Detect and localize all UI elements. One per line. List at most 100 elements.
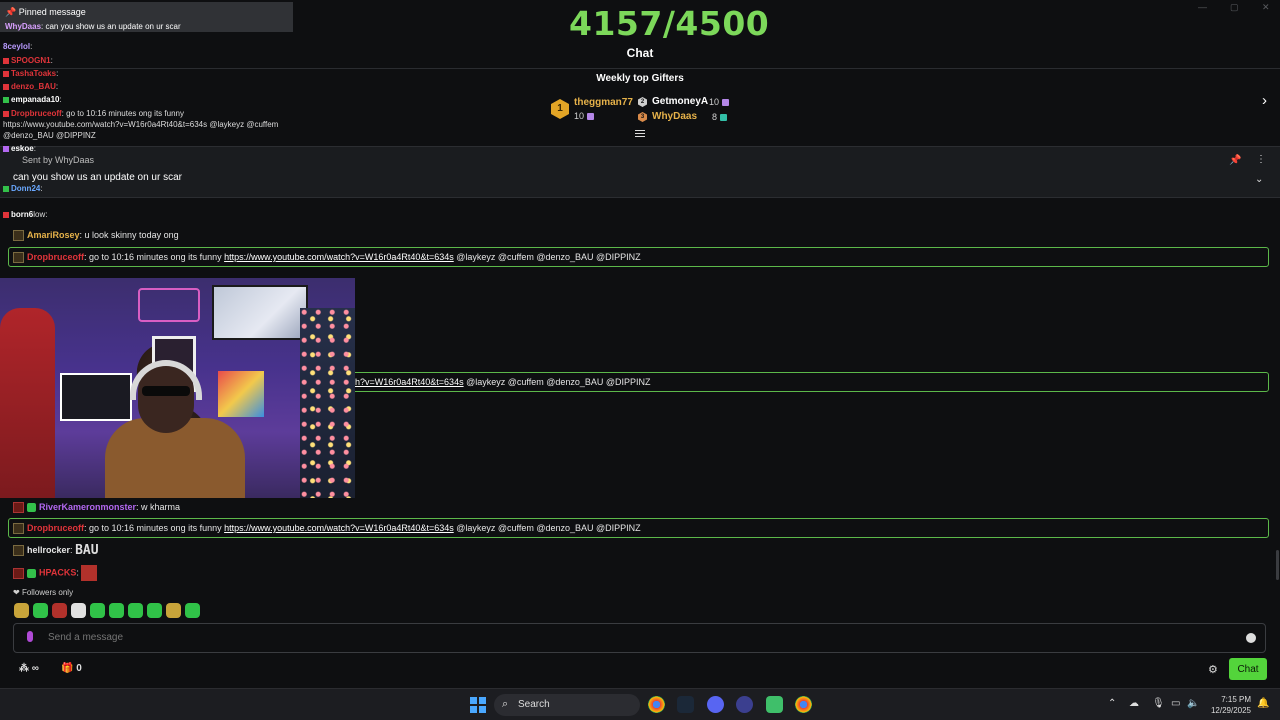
chrome-icon[interactable] bbox=[795, 696, 812, 713]
overlay-chat-line: Dropbruceoff: go to 10:16 minutes ong it… bbox=[3, 109, 184, 118]
chat-message: RiverKameronmonster: w kharma bbox=[13, 502, 180, 514]
emote-icon[interactable] bbox=[128, 603, 143, 618]
rank-1-badge: 1 bbox=[551, 99, 569, 119]
chevron-down-icon[interactable]: ⌄ bbox=[1255, 174, 1263, 185]
chat-username[interactable]: Dropbruceoff bbox=[27, 523, 84, 533]
cloud-icon[interactable]: ☁ bbox=[1129, 698, 1139, 709]
overlay-chat-line: denzo_BAU: bbox=[3, 82, 58, 91]
bau-emote: BAU bbox=[75, 543, 99, 558]
chat-username[interactable]: Dropbruceoff bbox=[27, 252, 84, 262]
overlay-pinned-title: 📌 Pinned message bbox=[5, 7, 86, 17]
gifter-1-name[interactable]: theggman77 bbox=[574, 97, 633, 108]
volume-icon[interactable]: 🔈 bbox=[1187, 698, 1199, 709]
overlay-pinned-message: WhyDaas: can you show us an update on ur… bbox=[5, 22, 181, 31]
message-composer bbox=[13, 623, 1266, 653]
overlay-pinned-header: 📌 Pinned message WhyDaas: can you show u… bbox=[0, 2, 293, 32]
gift-counter[interactable]: 🎁 0 bbox=[61, 663, 82, 674]
youtube-link[interactable]: h?v=W16r0a4Rt40&t=634s bbox=[355, 377, 464, 387]
sub-badge-icon bbox=[13, 545, 24, 556]
chat-title: Chat bbox=[626, 46, 654, 60]
chat-username[interactable]: HPACKS bbox=[39, 567, 76, 577]
sub-badge-icon bbox=[13, 523, 24, 535]
discord-icon[interactable] bbox=[707, 696, 724, 713]
emote-icon[interactable] bbox=[147, 603, 162, 618]
chat-message: Dropbruceoff: go to 10:16 minutes ong it… bbox=[13, 523, 641, 535]
app-icon[interactable] bbox=[736, 696, 753, 713]
pinned-message-bar bbox=[0, 146, 1280, 198]
webcam-feed bbox=[0, 278, 355, 498]
minimize-icon[interactable]: — bbox=[1198, 2, 1207, 12]
gift-gem-icon bbox=[722, 99, 730, 107]
sub-badge-icon bbox=[13, 252, 24, 264]
gear-icon[interactable]: ⚙ bbox=[1208, 663, 1218, 676]
chat-send-button[interactable]: Chat bbox=[1229, 658, 1267, 680]
sub-goal-counter: 4157/4500 bbox=[569, 4, 770, 43]
top-gifters-title: Weekly top Gifters bbox=[596, 73, 684, 84]
emote-icon[interactable] bbox=[166, 603, 181, 618]
gift-gem-icon bbox=[587, 113, 595, 121]
chevron-right-icon[interactable]: › bbox=[1262, 92, 1267, 109]
chat-scrollbar[interactable] bbox=[1276, 550, 1279, 580]
emote-icon[interactable] bbox=[109, 603, 124, 618]
emoji-picker-icon[interactable] bbox=[1246, 633, 1256, 643]
overlay-chat-line: TashaToaks: bbox=[3, 69, 58, 78]
overlay-chat-line: Donn24: bbox=[3, 184, 43, 193]
christmas-tree bbox=[300, 308, 355, 498]
send-message-input[interactable] bbox=[48, 632, 1228, 643]
sub-badge-icon bbox=[13, 230, 24, 242]
gift-gem-icon bbox=[720, 114, 728, 122]
mic-icon[interactable]: 🎙 bbox=[1152, 698, 1165, 709]
chat-message: h?v=W16r0a4Rt40&t=634s @laykeyz @cuffem … bbox=[355, 377, 651, 387]
chat-message: Dropbruceoff: go to 10:16 minutes ong it… bbox=[13, 252, 641, 264]
chat-username[interactable]: hellrocker bbox=[27, 545, 70, 555]
emote-icon[interactable] bbox=[33, 603, 48, 618]
gifter-3-name[interactable]: WhyDaas bbox=[652, 111, 697, 122]
gifter-2-name[interactable]: GetmoneyA bbox=[652, 96, 708, 107]
rank-3-badge: 3 bbox=[638, 112, 647, 122]
emote-icon[interactable] bbox=[52, 603, 67, 618]
chat-message: hellrocker: BAU bbox=[13, 543, 99, 558]
taskbar-search[interactable]: ⌕ Search bbox=[494, 694, 640, 716]
youtube-link[interactable]: https://www.youtube.com/watch?v=W16r0a4R… bbox=[224, 523, 454, 533]
overlay-chat-line: https://www.youtube.com/watch?v=W16r0a4R… bbox=[3, 120, 279, 129]
kick-icon[interactable] bbox=[766, 696, 783, 713]
chat-username[interactable]: RiverKameronmonster bbox=[39, 502, 136, 512]
wall-art bbox=[218, 371, 264, 417]
notification-icon[interactable]: 🔔 bbox=[1257, 698, 1269, 709]
gifter-1-count: 10 bbox=[574, 111, 595, 121]
overlay-chat-line: SPOOGN1: bbox=[3, 56, 53, 65]
emote-icon[interactable] bbox=[90, 603, 105, 618]
gifter-2-count: 10 bbox=[709, 97, 730, 107]
gifter-3-count: 8 bbox=[712, 112, 728, 122]
emote-quickbar bbox=[14, 603, 200, 618]
pinned-sent-by: Sent by WhyDaas bbox=[22, 155, 95, 165]
maximize-icon[interactable]: ▢ bbox=[1230, 2, 1239, 13]
pinned-message-text: can you show us an update on ur scar bbox=[13, 172, 182, 183]
chrome-icon[interactable] bbox=[648, 696, 665, 713]
emote-icon[interactable] bbox=[185, 603, 200, 618]
wall-art bbox=[60, 373, 132, 421]
more-options-icon[interactable]: ⋮ bbox=[1256, 154, 1266, 165]
youtube-link[interactable]: https://www.youtube.com/watch?v=W16r0a4R… bbox=[224, 252, 454, 262]
channel-points[interactable]: ⁂ ∞ bbox=[19, 663, 39, 674]
emote-icon[interactable] bbox=[14, 603, 29, 618]
emote-icon[interactable] bbox=[71, 603, 86, 618]
chat-username[interactable]: AmariRosey bbox=[27, 230, 80, 240]
steam-icon[interactable] bbox=[677, 696, 694, 713]
santa-figure bbox=[0, 308, 55, 498]
overlay-chat-line: born6low: bbox=[3, 210, 47, 219]
close-icon[interactable]: ✕ bbox=[1262, 2, 1270, 13]
sub-badge-icon bbox=[27, 503, 36, 513]
neon-sign bbox=[138, 288, 200, 322]
followers-only-label: ❤ Followers only bbox=[13, 588, 74, 597]
search-icon: ⌕ bbox=[502, 698, 509, 710]
overlay-chat-line: 8ceylol: bbox=[3, 42, 33, 51]
mic-icon[interactable] bbox=[27, 631, 33, 642]
monitor-icon[interactable]: ▭ bbox=[1171, 698, 1180, 709]
taskbar-clock[interactable]: 7:15 PM 12/29/2025 bbox=[1203, 694, 1251, 716]
chevron-up-icon[interactable]: ⌃ bbox=[1108, 698, 1116, 709]
wall-tv bbox=[212, 285, 308, 340]
windows-start-icon[interactable] bbox=[470, 697, 486, 713]
collapse-icon[interactable] bbox=[635, 130, 645, 139]
pin-icon[interactable]: 📌 bbox=[1229, 155, 1241, 166]
